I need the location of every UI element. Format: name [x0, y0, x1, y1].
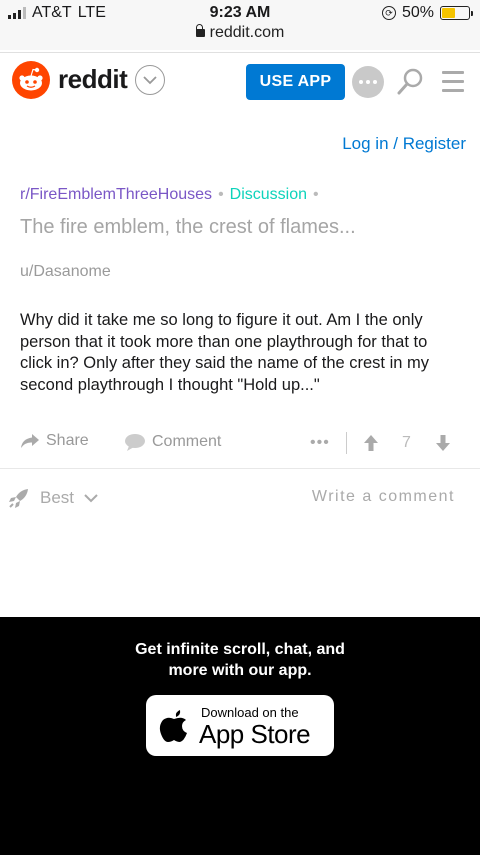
post-flair[interactable]: Discussion	[230, 186, 307, 204]
use-app-button[interactable]: USE APP	[246, 64, 345, 100]
post-title[interactable]: The fire emblem, the crest of flames...	[20, 216, 356, 239]
section-divider	[0, 468, 480, 469]
url-bar[interactable]: reddit.com	[0, 24, 480, 50]
post-actions: Share Comment ••• 7	[20, 430, 460, 458]
post-body: Why did it take me so long to figure it …	[20, 311, 430, 394]
more-options-button[interactable]: •••	[310, 434, 330, 452]
status-bar: AT&T LTE 9:23 AM ⟳ 50%	[0, 0, 480, 26]
write-comment-input[interactable]: Write a comment	[312, 488, 455, 506]
rocket-icon	[9, 489, 28, 508]
app-store-button[interactable]: Download on the App Store	[146, 695, 334, 756]
status-bar-right: ⟳ 50%	[381, 4, 473, 22]
vertical-divider	[346, 432, 347, 454]
chevron-down-icon	[84, 493, 98, 502]
search-icon[interactable]	[396, 67, 424, 102]
orientation-lock-icon: ⟳	[381, 6, 396, 20]
battery-fill	[442, 8, 455, 18]
reddit-snoo-icon[interactable]	[12, 61, 50, 99]
chevron-down-icon[interactable]	[135, 65, 165, 95]
separator-dot: •	[313, 186, 319, 203]
app-promo-banner: Get infinite scroll, chat, and more with…	[0, 617, 480, 855]
battery-percent: 50%	[401, 4, 434, 21]
login-register-link[interactable]: Log in / Register	[342, 134, 466, 154]
post-author[interactable]: u/Dasanome	[20, 263, 111, 281]
site-header: reddit USE APP	[0, 52, 480, 110]
promo-line-2: more with our app.	[168, 662, 312, 679]
apple-icon	[159, 710, 187, 742]
menu-icon[interactable]	[442, 71, 464, 98]
comment-sort[interactable]: Best	[8, 487, 98, 509]
comment-icon	[125, 434, 145, 451]
post-meta: r/FireEmblemThreeHouses • Discussion •	[20, 186, 319, 204]
lock-icon	[195, 24, 205, 37]
store-big-text: App Store	[199, 719, 311, 749]
store-small-text: Download on the	[201, 705, 299, 720]
promo-line-1: Get infinite scroll, chat, and	[135, 641, 345, 658]
subreddit-link[interactable]: r/FireEmblemThreeHouses	[20, 186, 212, 204]
battery-icon	[440, 6, 473, 20]
upvote-arrow-icon[interactable]	[363, 434, 379, 457]
share-button[interactable]: Share	[20, 432, 89, 450]
promo-text: Get infinite scroll, chat, and more with…	[0, 639, 480, 681]
comment-button[interactable]: Comment	[124, 433, 221, 451]
url-text: reddit.com	[209, 24, 285, 41]
vote-score: 7	[402, 434, 411, 451]
sort-label: Best	[40, 488, 75, 507]
separator-dot: •	[218, 186, 224, 203]
reddit-wordmark[interactable]: reddit	[58, 64, 128, 95]
share-icon	[21, 434, 39, 448]
share-label: Share	[46, 432, 89, 449]
comment-label: Comment	[152, 433, 222, 450]
chat-icon[interactable]	[352, 66, 384, 98]
downvote-arrow-icon[interactable]	[435, 434, 451, 457]
